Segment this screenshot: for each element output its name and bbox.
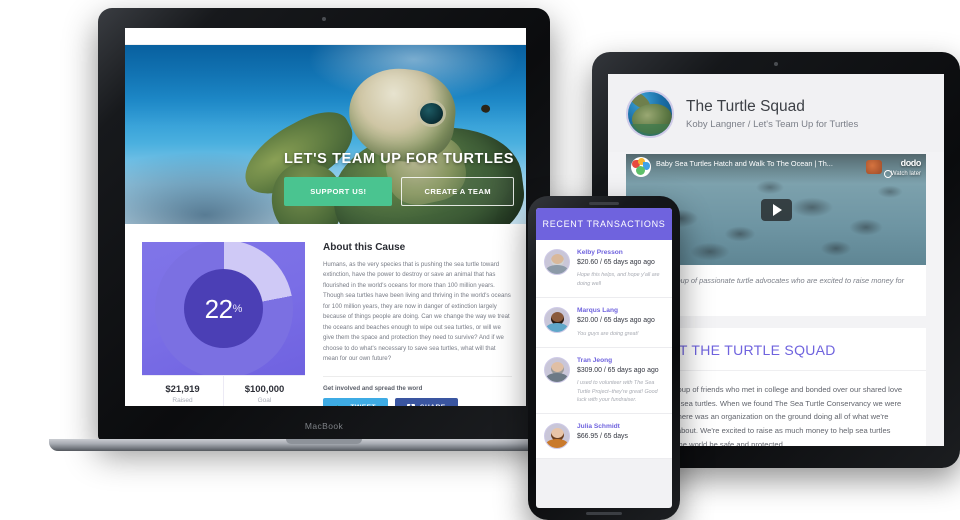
donation-amount-time: $20.00 / 65 days ago ago bbox=[577, 317, 655, 325]
share-prompt: Get involved and spread the word bbox=[323, 384, 423, 392]
tweet-button[interactable]: 🐦 TWEET bbox=[323, 397, 389, 406]
team-avatar bbox=[626, 90, 674, 138]
raised-label: Raised bbox=[172, 397, 193, 404]
donor-name[interactable]: Kelby Presson bbox=[577, 249, 664, 256]
turtle-eye-icon bbox=[420, 103, 443, 124]
team-header-text: The Turtle Squad Koby Langner / Let's Te… bbox=[686, 98, 858, 130]
tablet-camera-icon bbox=[774, 62, 778, 66]
avatar-torso bbox=[545, 265, 569, 275]
progress-chart-column: 22% $21,919 Raised $100,000 Goal bbox=[142, 242, 305, 406]
goal-label: Goal bbox=[257, 397, 272, 404]
stat-raised: $21,919 Raised bbox=[142, 376, 223, 406]
phone-speaker bbox=[589, 202, 619, 205]
goal-amount: $100,000 bbox=[244, 384, 285, 395]
device-mockup-scene: LET'S TEAM UP FOR TURTLES SUPPORT US! CR… bbox=[0, 0, 960, 520]
donor-info: Julia Schmidt $66.95 / 65 days bbox=[577, 423, 664, 449]
transaction-list[interactable]: Kelby Presson $20.60 / 65 days ago ago Hop… bbox=[536, 240, 672, 460]
about-cause-column: About this Cause Humans, as the very spe… bbox=[323, 242, 512, 406]
hero-banner: LET'S TEAM UP FOR TURTLES SUPPORT US! CR… bbox=[125, 45, 526, 224]
progress-percent-symbol: % bbox=[232, 302, 243, 315]
twitter-icon: 🐦 bbox=[335, 403, 345, 406]
donut-chart: 22% bbox=[142, 242, 305, 375]
phone-device: RECENT TRANSACTIONS Kelby Presson $20.60 … bbox=[528, 196, 680, 520]
donor-info: Tran Jeong $309.00 / 65 days ago ago I use… bbox=[577, 357, 664, 404]
donor-avatar bbox=[544, 356, 570, 383]
donor-avatar bbox=[544, 307, 570, 334]
about-cause-text: Humans, as the very species that is push… bbox=[323, 261, 511, 363]
donation-amount-time: $66.95 / 65 days bbox=[577, 433, 628, 441]
donor-message: You guys are doing great! bbox=[577, 330, 639, 337]
about-cause-heading: About this Cause bbox=[323, 242, 406, 253]
hero-title: LET'S TEAM UP FOR TURTLES bbox=[283, 151, 514, 167]
donor-message: I used to volunteer with The Sea Turtle … bbox=[577, 380, 658, 403]
donor-avatar bbox=[544, 249, 570, 276]
avatar-torso bbox=[545, 439, 569, 449]
facebook-icon: f bbox=[407, 403, 416, 406]
video-share-icon[interactable] bbox=[866, 160, 882, 174]
team-header: The Turtle Squad Koby Langner / Let's Te… bbox=[608, 74, 944, 152]
cause-body: 22% $21,919 Raised $100,000 Goal About t… bbox=[125, 224, 526, 406]
transaction-row[interactable]: Marqus Lang $20.00 / 65 days ago ago You g… bbox=[536, 298, 672, 348]
donor-avatar bbox=[544, 423, 570, 450]
avatar-torso bbox=[545, 372, 569, 382]
laptop-base bbox=[49, 439, 599, 451]
avatar-seabed bbox=[628, 124, 672, 136]
support-us-button[interactable]: SUPPORT US! bbox=[284, 177, 393, 206]
watch-later-label[interactable]: Watch later bbox=[891, 171, 921, 177]
channel-avatar-icon[interactable] bbox=[631, 157, 651, 177]
share-buttons: 🐦 TWEET f SHARE bbox=[323, 397, 512, 406]
laptop-lid: LET'S TEAM UP FOR TURTLES SUPPORT US! CR… bbox=[98, 8, 550, 440]
facebook-share-button[interactable]: f SHARE bbox=[395, 397, 458, 406]
turtle-nostril-icon bbox=[480, 104, 491, 114]
donor-info: Marqus Lang $20.00 / 65 days ago ago You g… bbox=[577, 307, 664, 338]
laptop-screen: LET'S TEAM UP FOR TURTLES SUPPORT US! CR… bbox=[125, 28, 526, 406]
donor-message: Hope this helps, and hope y'all are doin… bbox=[577, 272, 660, 287]
create-a-team-button[interactable]: CREATE A TEAM bbox=[401, 177, 514, 206]
donor-name[interactable]: Julia Schmidt bbox=[577, 423, 664, 430]
donor-info: Kelby Presson $20.60 / 65 days ago ago Hop… bbox=[577, 249, 664, 288]
transaction-row[interactable]: Julia Schmidt $66.95 / 65 days bbox=[536, 414, 672, 460]
raised-amount: $21,919 bbox=[165, 384, 200, 395]
phone-home-indicator bbox=[586, 512, 622, 515]
laptop-camera-icon bbox=[322, 17, 326, 21]
donation-amount-time: $309.00 / 65 days ago ago bbox=[577, 366, 659, 374]
hero-copy: LET'S TEAM UP FOR TURTLES SUPPORT US! CR… bbox=[284, 151, 514, 206]
transaction-row[interactable]: Tran Jeong $309.00 / 65 days ago ago I use… bbox=[536, 347, 672, 415]
stat-goal: $100,000 Goal bbox=[223, 376, 305, 406]
laptop-brand-label: MacBook bbox=[304, 421, 344, 431]
recent-transactions-header: RECENT TRANSACTIONS bbox=[536, 208, 672, 241]
video-title[interactable]: Baby Sea Turtles Hatch and Walk To The O… bbox=[656, 159, 842, 168]
tweet-button-label: TWEET bbox=[350, 404, 376, 406]
site-navbar[interactable] bbox=[125, 28, 526, 45]
donor-name[interactable]: Tran Jeong bbox=[577, 357, 664, 364]
phone-frame: RECENT TRANSACTIONS Kelby Presson $20.60 … bbox=[528, 196, 680, 520]
play-button-icon[interactable] bbox=[760, 198, 792, 221]
donut-center: 22% bbox=[184, 269, 263, 348]
phone-screen: RECENT TRANSACTIONS Kelby Presson $20.60 … bbox=[536, 208, 672, 508]
channel-logo: dodo bbox=[900, 158, 922, 168]
progress-percent: 22 bbox=[204, 293, 233, 324]
donor-name[interactable]: Marqus Lang bbox=[577, 307, 664, 314]
donation-amount-time: $20.60 / 65 days ago ago bbox=[577, 259, 655, 267]
laptop-notch bbox=[286, 439, 362, 444]
share-button-label: SHARE bbox=[420, 404, 446, 406]
team-subtitle: Koby Langner / Let's Team Up for Turtles bbox=[686, 119, 859, 131]
team-title: The Turtle Squad bbox=[686, 97, 805, 115]
progress-stats: $21,919 Raised $100,000 Goal bbox=[142, 375, 305, 406]
avatar-torso bbox=[545, 323, 569, 333]
laptop-device: LET'S TEAM UP FOR TURTLES SUPPORT US! CR… bbox=[49, 8, 599, 451]
transaction-row[interactable]: Kelby Presson $20.60 / 65 days ago ago Hop… bbox=[536, 240, 672, 299]
divider bbox=[323, 375, 512, 377]
hero-buttons: SUPPORT US! CREATE A TEAM bbox=[284, 177, 514, 206]
